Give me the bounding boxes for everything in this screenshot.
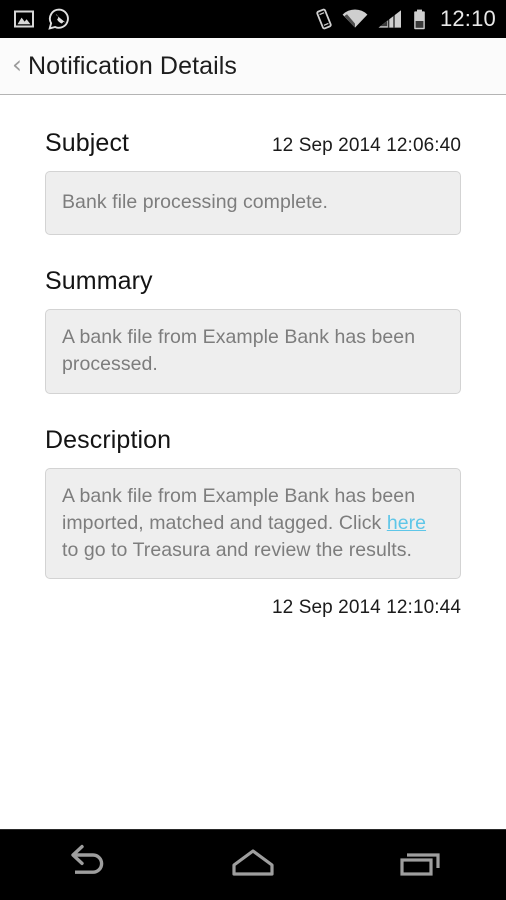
- description-here-link[interactable]: here: [387, 512, 426, 534]
- gallery-icon: [14, 10, 34, 28]
- status-bar-notifications: [14, 8, 70, 30]
- android-navigation-bar: [0, 829, 506, 900]
- back-chevron-icon[interactable]: ‹: [8, 52, 28, 80]
- home-button[interactable]: [169, 830, 338, 900]
- battery-icon: [412, 9, 427, 30]
- description-header: Description: [45, 394, 461, 455]
- summary-label: Summary: [45, 266, 153, 295]
- vibrate-icon: [315, 8, 333, 30]
- subject-label: Subject: [45, 129, 130, 157]
- cellular-signal-icon: [377, 9, 403, 29]
- back-button[interactable]: [0, 830, 169, 900]
- description-value-box: A bank file from Example Bank has been i…: [45, 467, 461, 580]
- home-icon: [221, 843, 285, 888]
- footer-timestamp: 12 Sep 2014 12:10:44: [271, 597, 461, 619]
- summary-section: Summary A bank file from Example Bank ha…: [45, 235, 461, 394]
- summary-value-box: A bank file from Example Bank has been p…: [45, 308, 461, 394]
- phone-screen: 12:10 ‹ Notification Details Subject 12 …: [0, 0, 506, 900]
- subject-section: Subject 12 Sep 2014 12:06:40 Bank file p…: [45, 95, 461, 235]
- recent-apps-icon: [393, 843, 451, 888]
- recent-apps-button[interactable]: [337, 830, 506, 900]
- notification-details-content: Subject 12 Sep 2014 12:06:40 Bank file p…: [0, 95, 506, 829]
- wifi-icon: [342, 9, 368, 29]
- description-text-before-link: A bank file from Example Bank has been i…: [62, 484, 416, 534]
- action-bar: ‹ Notification Details: [0, 38, 506, 95]
- subject-timestamp: 12 Sep 2014 12:06:40: [271, 135, 461, 156]
- status-bar-clock: 12:10: [439, 6, 496, 31]
- subject-header: Subject 12 Sep 2014 12:06:40: [45, 95, 461, 158]
- subject-value-box: Bank file processing complete.: [45, 171, 461, 235]
- page-title: Notification Details: [28, 51, 238, 80]
- description-text-after-link: to go to Treasura and review the results…: [62, 538, 412, 561]
- summary-header: Summary: [45, 235, 461, 296]
- status-bar-system-icons: 12:10: [315, 6, 496, 32]
- back-arrow-icon: [53, 843, 115, 888]
- description-section: Description A bank file from Example Ban…: [45, 394, 461, 580]
- description-label: Description: [45, 425, 172, 454]
- whatsapp-icon: [48, 8, 70, 30]
- status-bar: 12:10: [0, 0, 506, 38]
